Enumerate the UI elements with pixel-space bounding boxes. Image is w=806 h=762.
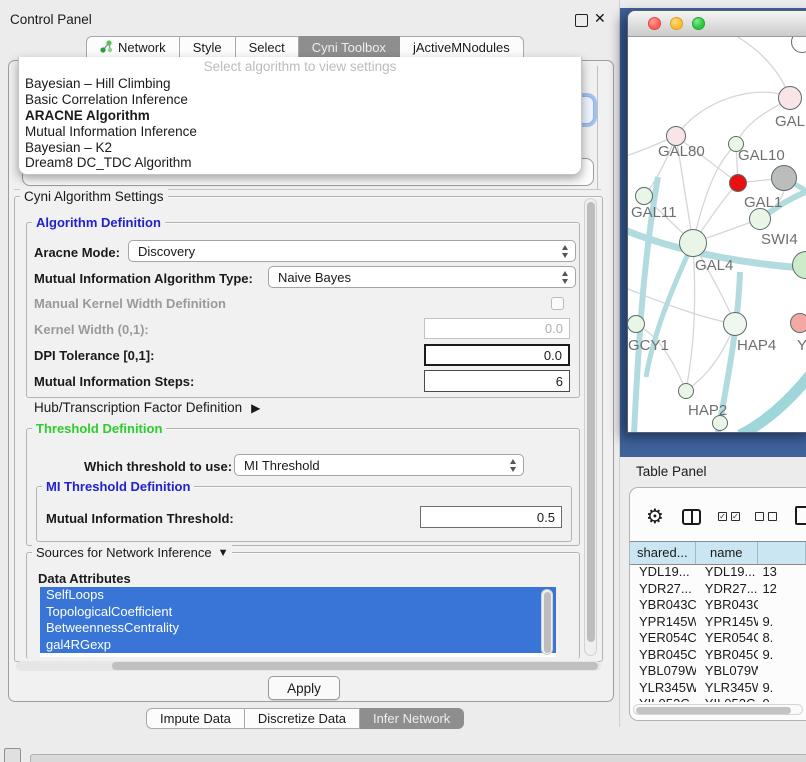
table-cell: YBR045C bbox=[696, 647, 759, 664]
table-cell: YBL079W bbox=[696, 663, 759, 680]
table-cell: YLR345W bbox=[696, 680, 759, 697]
network-node-y[interactable] bbox=[790, 313, 806, 333]
table-horizontal-scrollbar[interactable] bbox=[633, 704, 803, 715]
select-all-checkboxes-icon[interactable]: ✓✓ bbox=[718, 512, 740, 521]
deselect-all-checkboxes-icon[interactable] bbox=[755, 512, 777, 521]
table-column-header[interactable]: shared... bbox=[630, 542, 696, 564]
table-column-header[interactable]: name bbox=[696, 542, 758, 564]
table-panel-title: Table Panel bbox=[636, 464, 707, 479]
network-node-label: GAL80 bbox=[658, 143, 705, 160]
network-node[interactable] bbox=[729, 174, 747, 192]
network-node-gal1[interactable] bbox=[749, 208, 771, 230]
algorithm-option[interactable]: Bayesian – K2 bbox=[19, 140, 581, 156]
table-row[interactable]: YIL052CYIL052C9 bbox=[630, 696, 806, 702]
algorithm-option[interactable]: Bayesian – Hill Climbing bbox=[19, 76, 581, 92]
table-body: YDL19...YDL19...13YDR27...YDR27...12YBR0… bbox=[630, 564, 806, 702]
network-node-gcy1[interactable] bbox=[628, 315, 645, 333]
table-cell: 13 bbox=[758, 564, 806, 581]
restore-panel-button[interactable] bbox=[4, 748, 21, 762]
network-window-titlebar[interactable] bbox=[628, 11, 806, 37]
hidden-group-border bbox=[597, 66, 598, 190]
algorithm-option[interactable]: Dream8 DC_TDC Algorithm bbox=[19, 155, 581, 171]
table-row[interactable]: YPR145WYPR145W9. bbox=[630, 614, 806, 631]
network-node-label: GAL10 bbox=[738, 147, 785, 164]
table-cell: YLR345W bbox=[630, 680, 696, 697]
network-node-gal[interactable] bbox=[778, 86, 802, 110]
threshold-definition-title: Threshold Definition bbox=[32, 421, 166, 436]
algorithm-dropdown-placeholder: Select algorithm to view settings bbox=[19, 57, 581, 76]
table-cell: YIL052C bbox=[696, 696, 759, 702]
table-row[interactable]: YDL19...YDL19...13 bbox=[630, 564, 806, 581]
table-row[interactable]: YBR045CYBR045C9. bbox=[630, 647, 806, 664]
network-node-swi4[interactable] bbox=[792, 251, 806, 279]
table-cell: 9. bbox=[758, 614, 806, 631]
table-cell: 9 bbox=[758, 696, 806, 702]
algorithm-dropdown-items: Bayesian – Hill ClimbingBasic Correlatio… bbox=[19, 76, 581, 171]
network-node-label: GAL1 bbox=[744, 194, 782, 211]
algorithm-option[interactable]: Basic Correlation Inference bbox=[19, 92, 581, 108]
network-node-label: GAL4 bbox=[695, 257, 733, 274]
network-node[interactable] bbox=[771, 165, 797, 191]
minimize-window-icon[interactable] bbox=[670, 17, 683, 30]
algorithm-option[interactable]: ARACNE Algorithm bbox=[19, 108, 581, 124]
network-node-gal11[interactable] bbox=[635, 187, 653, 205]
network-node-label: Y bbox=[797, 337, 806, 354]
table-cell: YER054C bbox=[630, 630, 696, 647]
table-cell bbox=[758, 663, 806, 680]
table-cell: YPR145W bbox=[630, 614, 696, 631]
cyni-algorithm-settings-title: Cyni Algorithm Settings bbox=[20, 189, 168, 204]
new-table-icon[interactable] bbox=[795, 506, 806, 525]
sources-group-title-row[interactable]: Sources for Network Inference ▼ bbox=[32, 545, 232, 560]
table-cell: YDL19... bbox=[630, 564, 696, 581]
collapse-arrow-icon[interactable]: ▼ bbox=[218, 547, 229, 559]
table-cell: YPR145W bbox=[696, 614, 759, 631]
table-cell: 8. bbox=[758, 630, 806, 647]
network-nodes: GALGAL80GAL10GAL1GAL11GAL4SWI4GCY1HAP4YH… bbox=[628, 37, 806, 432]
table-cell: YBR043C bbox=[630, 597, 696, 614]
table-column-header[interactable] bbox=[758, 542, 806, 564]
network-node-label: HAP4 bbox=[737, 337, 776, 354]
table-cell: 9. bbox=[758, 647, 806, 664]
network-node[interactable] bbox=[791, 37, 806, 53]
network-node-label: GAL bbox=[775, 113, 805, 130]
algorithm-option[interactable]: Mutual Information Inference bbox=[19, 124, 581, 140]
table-row[interactable]: YBL079WYBL079W bbox=[630, 663, 806, 680]
network-node-label: GAL11 bbox=[631, 204, 677, 221]
table-row[interactable]: YDR27...YDR27...12 bbox=[630, 581, 806, 598]
table-cell: YDR27... bbox=[696, 581, 759, 598]
gear-icon[interactable]: ⚙ bbox=[646, 504, 664, 529]
network-node-gal4[interactable] bbox=[679, 229, 707, 257]
table-cell: 9. bbox=[758, 680, 806, 697]
column-selector-icon[interactable] bbox=[682, 509, 701, 525]
table-row[interactable]: YER054CYER054C8. bbox=[630, 630, 806, 647]
table-cell: YER054C bbox=[696, 630, 759, 647]
table-cell: 12 bbox=[758, 581, 806, 598]
table-cell bbox=[758, 597, 806, 614]
close-window-icon[interactable] bbox=[648, 17, 661, 30]
table-cell: YBR043C bbox=[696, 597, 759, 614]
network-node-hap2[interactable] bbox=[678, 383, 694, 399]
bottom-status-bar bbox=[30, 754, 806, 762]
mi-threshold-group-title: MI Threshold Definition bbox=[42, 479, 194, 494]
network-node-label: SWI4 bbox=[761, 231, 798, 248]
algorithm-definition-title: Algorithm Definition bbox=[32, 215, 165, 230]
network-node[interactable] bbox=[712, 415, 728, 431]
app-root: Control Panel ✕ NetworkStyleSelectCyni T… bbox=[0, 0, 806, 762]
network-node-label: GCY1 bbox=[628, 337, 669, 354]
table-row[interactable]: YBR043CYBR043C bbox=[630, 597, 806, 614]
algorithm-dropdown-popup: Select algorithm to view settings Bayesi… bbox=[18, 57, 582, 175]
table-cell: YDR27... bbox=[630, 581, 696, 598]
network-canvas[interactable]: GALGAL80GAL10GAL1GAL11GAL4SWI4GCY1HAP4YH… bbox=[628, 37, 806, 432]
table-cell: YIL052C bbox=[630, 696, 696, 702]
network-node-hap4[interactable] bbox=[723, 312, 747, 336]
zoom-window-icon[interactable] bbox=[692, 17, 705, 30]
table-row[interactable]: YLR345WYLR345W9. bbox=[630, 680, 806, 697]
table-cell: YBR045C bbox=[630, 647, 696, 664]
sources-group-title: Sources for Network Inference bbox=[36, 545, 212, 560]
network-view-window: GALGAL80GAL10GAL1GAL11GAL4SWI4GCY1HAP4YH… bbox=[627, 10, 806, 433]
table-header-row: shared...name bbox=[630, 541, 806, 565]
table-cell: YDL19... bbox=[696, 564, 759, 581]
table-cell: YBL079W bbox=[630, 663, 696, 680]
